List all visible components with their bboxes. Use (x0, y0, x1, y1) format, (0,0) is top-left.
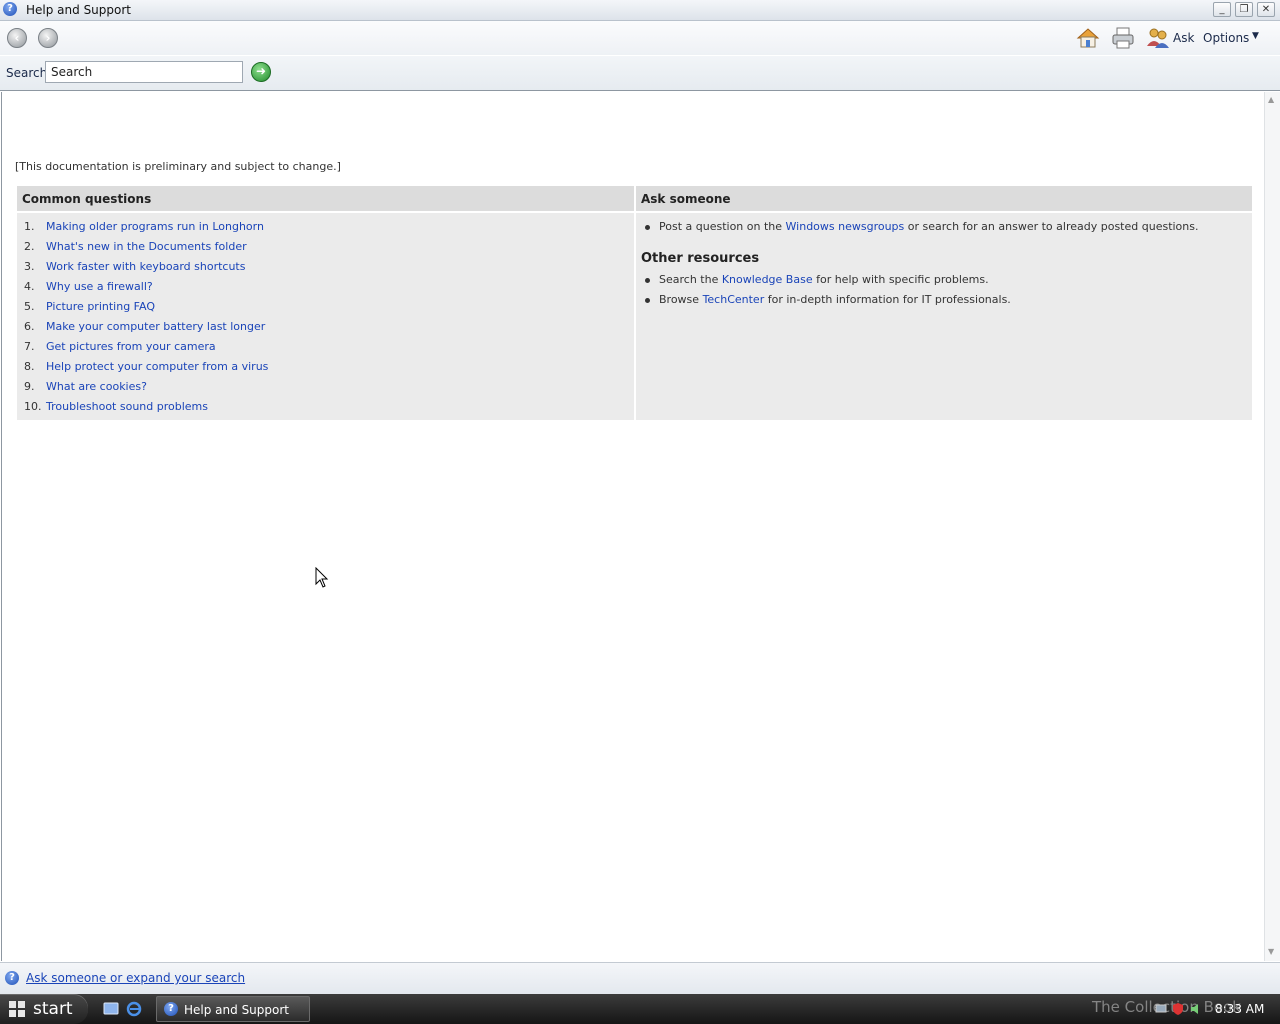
help-icon: ? (3, 2, 17, 16)
forward-button[interactable]: › (38, 28, 58, 48)
help-icon: ? (164, 1002, 178, 1016)
question-number: 5. (24, 300, 35, 313)
window-title: Help and Support (26, 3, 131, 17)
close-button[interactable]: ✕ (1257, 2, 1275, 17)
taskbar-item-label: Help and Support (184, 1003, 289, 1017)
home-icon[interactable] (1076, 26, 1100, 50)
clock: 8:33 AM (1215, 1002, 1265, 1016)
question-number: 7. (24, 340, 35, 353)
questions-list: 1. Making older programs run in Longhorn 2… (17, 213, 634, 419)
question-link[interactable]: Making older programs run in Longhorn (46, 219, 264, 234)
question-link[interactable]: Why use a firewall? (46, 279, 153, 294)
question-item: 4. Why use a firewall? (17, 279, 634, 299)
search-go-button[interactable]: ➜ (251, 62, 271, 82)
question-number: 4. (24, 280, 35, 293)
toolbar: ‹ › Ask Options ▼ (0, 21, 1280, 55)
disclaimer-text: [This documentation is preliminary and s… (15, 160, 341, 173)
taskbar: start ? Help and Support The Collection … (0, 994, 1280, 1024)
knowledge-base-bullet: Search the Knowledge Base for help with … (636, 272, 1252, 292)
bullet (645, 298, 650, 303)
security-shield-icon[interactable] (1171, 1002, 1185, 1016)
taskbar-item-help-and-support[interactable]: ? Help and Support (156, 996, 310, 1022)
footer-bar: ? Ask someone or expand your search (0, 962, 1280, 995)
question-number: 3. (24, 260, 35, 273)
question-item: 2. What's new in the Documents folder (17, 239, 634, 259)
mouse-cursor-icon (315, 567, 329, 588)
help-and-support-window: ? Help and Support _ ❐ ✕ ‹ › Ask Options… (0, 0, 1280, 995)
search-label: Search (6, 66, 48, 80)
techcenter-link[interactable]: TechCenter (703, 293, 765, 306)
question-item: 3. Work faster with keyboard shortcuts (17, 259, 634, 279)
common-questions-heading: Common questions (17, 186, 634, 213)
minimize-button[interactable]: _ (1213, 2, 1231, 17)
common-questions-panel: Common questions 1. Making older programs… (17, 186, 634, 420)
volume-icon[interactable] (1189, 1002, 1203, 1016)
windows-logo-icon (9, 1001, 25, 1017)
bullet (645, 278, 650, 283)
printer-icon[interactable] (1111, 26, 1135, 50)
people-icon[interactable] (1146, 26, 1170, 50)
question-link[interactable]: Troubleshoot sound problems (46, 399, 208, 414)
question-number: 1. (24, 220, 35, 233)
maximize-button[interactable]: ❐ (1235, 2, 1253, 17)
bullet-text-before: Browse (659, 293, 703, 306)
question-item: 1. Making older programs run in Longhorn (17, 219, 634, 239)
windows-newsgroups-link[interactable]: Windows newsgroups (786, 220, 905, 233)
start-label: start (33, 999, 73, 1019)
bullet (645, 225, 650, 230)
scroll-up-arrow-icon[interactable]: ▲ (1268, 95, 1274, 104)
question-number: 6. (24, 320, 35, 333)
vertical-scrollbar[interactable]: ▲ ▼ (1264, 92, 1280, 961)
newsgroups-bullet: Post a question on the Windows newsgroup… (636, 219, 1252, 239)
question-item: 10. Troubleshoot sound problems (17, 399, 634, 419)
question-link[interactable]: Help protect your computer from a virus (46, 359, 268, 374)
search-input[interactable] (45, 61, 243, 83)
internet-explorer-icon[interactable] (126, 1001, 142, 1017)
title-bar: ? Help and Support _ ❐ ✕ (0, 0, 1280, 21)
question-link[interactable]: Work faster with keyboard shortcuts (46, 259, 245, 274)
question-item: 6. Make your computer battery last longer (17, 319, 634, 339)
help-icon: ? (5, 971, 19, 985)
question-number: 8. (24, 360, 35, 373)
start-button[interactable]: start (0, 994, 88, 1024)
question-number: 10. (24, 400, 42, 413)
question-link[interactable]: What are cookies? (46, 379, 147, 394)
bullet-text-before: Post a question on the (659, 220, 786, 233)
question-number: 2. (24, 240, 35, 253)
question-link[interactable]: Make your computer battery last longer (46, 319, 265, 334)
ask-someone-heading: Ask someone (636, 186, 1252, 213)
question-item: 5. Picture printing FAQ (17, 299, 634, 319)
search-bar: Search ➜ (0, 56, 1280, 91)
knowledge-base-link[interactable]: Knowledge Base (722, 273, 813, 286)
question-item: 8. Help protect your computer from a viru… (17, 359, 634, 379)
question-link[interactable]: Get pictures from your camera (46, 339, 216, 354)
bullet-text-after: for in-depth information for IT professi… (764, 293, 1011, 306)
back-button[interactable]: ‹ (7, 28, 27, 48)
ask-someone-expand-link[interactable]: Ask someone or expand your search (26, 971, 245, 985)
bullet-text-after: for help with specific problems. (812, 273, 989, 286)
chevron-down-icon[interactable]: ▼ (1252, 31, 1259, 41)
bullet-text-before: Search the (659, 273, 722, 286)
techcenter-bullet: Browse TechCenter for in-depth informati… (636, 292, 1252, 312)
ask-button[interactable]: Ask (1173, 31, 1194, 45)
bullet-text-after: or search for an answer to already poste… (904, 220, 1199, 233)
other-resources-heading: Other resources (641, 251, 760, 266)
network-icon[interactable] (1154, 1002, 1168, 1016)
question-item: 7. Get pictures from your camera (17, 339, 634, 359)
options-button[interactable]: Options (1203, 31, 1249, 45)
question-item: 9. What are cookies? (17, 379, 634, 399)
question-number: 9. (24, 380, 35, 393)
show-desktop-icon[interactable] (103, 1001, 119, 1017)
ask-someone-panel: Ask someone Post a question on the Windo… (636, 186, 1252, 420)
question-link[interactable]: Picture printing FAQ (46, 299, 155, 314)
question-link[interactable]: What's new in the Documents folder (46, 239, 247, 254)
content-area: [This documentation is preliminary and s… (1, 92, 1265, 961)
scroll-down-arrow-icon[interactable]: ▼ (1268, 947, 1274, 956)
